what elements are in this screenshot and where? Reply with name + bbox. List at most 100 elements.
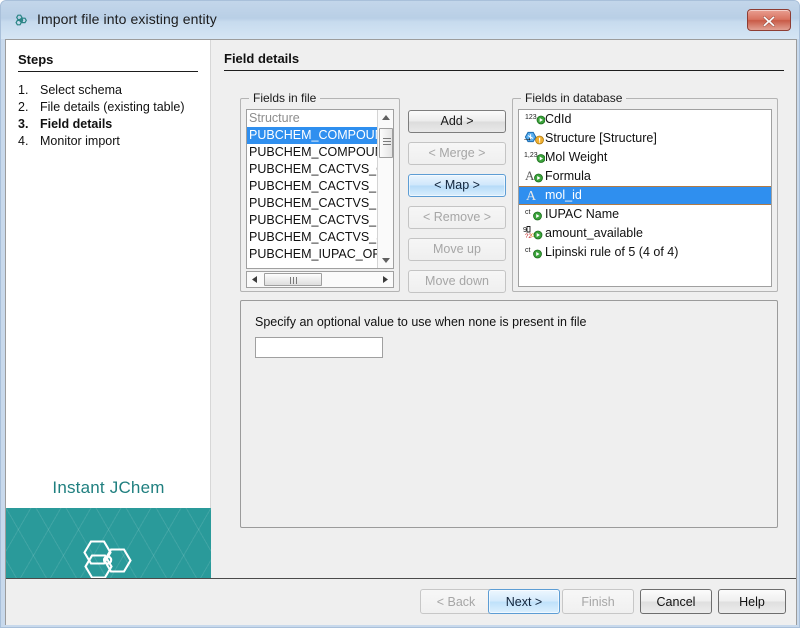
list-item[interactable]: → Structure [Structure] [519,129,771,148]
scrollbar-thumb[interactable] [264,273,322,286]
svg-text:A: A [526,189,537,204]
steps-heading: Steps [18,52,53,67]
svg-text:1,23: 1,23 [524,152,538,159]
list-item[interactable]: ct Lipinski rule of 5 (4 of 4) [519,243,771,262]
scroll-down-arrow-icon[interactable] [378,252,394,268]
back-button[interactable]: < Back [420,589,492,614]
fields-in-file-rows: Structure PUBCHEM_COMPOUND_ PUBCHEM_COMP… [247,110,393,263]
svg-text:A: A [525,168,535,183]
decimal-1-23-icon: 1,23 [523,148,545,167]
step-label: Monitor import [40,133,208,149]
list-item[interactable]: Structure [247,110,393,127]
list-item[interactable]: 123 CdId [519,110,771,129]
optional-value-input[interactable] [255,337,383,358]
mapping-buttons: Add > < Merge > < Map > < Remove > Move … [408,110,506,302]
optional-value-label: Specify an optional value to use when no… [255,315,586,329]
steps-divider [18,71,198,72]
fields-in-database-list[interactable]: 123 CdId → [518,109,772,287]
list-item[interactable]: PUBCHEM_CACTVS_SU [247,229,393,246]
fields-in-database-group: Fields in database 123 CdId [512,98,778,292]
field-details-pane: Field details Fields in file Structure P… [212,40,796,578]
svg-text:ct: ct [525,209,531,216]
step-item-2: 2. File details (existing table) [18,99,208,115]
dialog-window: Import file into existing entity Steps 1… [0,0,800,628]
move-up-button[interactable]: Move up [408,238,506,261]
step-item-4: 4. Monitor import [18,133,208,149]
list-item-label: Mol Weight [545,148,771,167]
dialog-footer: < Back Next > Finish Cancel Help [6,578,796,624]
map-button[interactable]: < Map > [408,174,506,197]
add-button[interactable]: Add > [408,110,506,133]
fields-in-file-legend: Fields in file [249,91,320,105]
step-item-1: 1. Select schema [18,82,208,98]
merge-button[interactable]: < Merge > [408,142,506,165]
fields-in-file-group: Fields in file Structure PUBCHEM_COMPOUN… [240,98,400,292]
text-a-icon: A [523,186,545,205]
step-number: 4. [18,133,40,149]
svg-text:123: 123 [525,114,537,121]
scrollbar-thumb[interactable] [379,128,393,158]
dialog-client-area: Steps 1. Select schema 2. File details (… [5,39,797,625]
list-item[interactable]: A Formula [519,167,771,186]
fields-in-file-list[interactable]: Structure PUBCHEM_COMPOUND_ PUBCHEM_COMP… [246,109,394,269]
window-title: Import file into existing entity [37,11,217,27]
text-a-icon: A [523,167,545,186]
list-item[interactable]: PUBCHEM_COMPOUND_ [247,144,393,161]
steps-list: 1. Select schema 2. File details (existi… [18,82,208,150]
svg-text:ct: ct [525,247,531,254]
optional-value-panel: Specify an optional value to use when no… [240,300,778,528]
step-label: File details (existing table) [40,99,208,115]
product-name: Instant JChem [6,478,211,498]
list-item[interactable]: PUBCHEM_CACTVS_RO [247,212,393,229]
list-item[interactable]: 9 ?2 c amount_available [519,224,771,243]
close-button[interactable] [747,9,791,31]
title-bar: Import file into existing entity [1,1,800,39]
scroll-right-arrow-icon[interactable] [378,272,393,287]
formula-field-icon: 9 ?2 c [523,224,545,243]
list-item-label: Formula [545,167,771,186]
list-item-label: CdId [545,110,771,129]
fields-in-file-horizontal-scrollbar[interactable] [246,271,394,288]
list-item[interactable]: PUBCHEM_IUPAC_OPEN [247,246,393,263]
numeric-123-icon: 123 [523,110,545,129]
list-item-label: Lipinski rule of 5 (4 of 4) [545,243,771,262]
remove-button[interactable]: < Remove > [408,206,506,229]
steps-panel: Steps 1. Select schema 2. File details (… [6,40,211,578]
step-number: 3. [18,116,40,132]
help-button[interactable]: Help [718,589,786,614]
list-item[interactable]: ct IUPAC Name [519,205,771,224]
step-label: Field details [40,116,208,132]
step-label: Select schema [40,82,208,98]
step-number: 1. [18,82,40,98]
list-item[interactable]: PUBCHEM_COMPOUND_ [247,127,393,144]
move-down-button[interactable]: Move down [408,270,506,293]
clob-ct-icon: ct [523,243,545,262]
page-title-divider [224,70,784,71]
jchem-hexagon-icon [13,12,30,29]
list-item[interactable]: A mol_id [519,186,771,205]
fields-in-database-legend: Fields in database [521,91,626,105]
structure-icon: → [523,129,545,148]
page-title: Field details [224,51,299,66]
list-item[interactable]: PUBCHEM_CACTVS_HB [247,195,393,212]
scroll-up-arrow-icon[interactable] [378,110,394,126]
cancel-button[interactable]: Cancel [640,589,712,614]
list-item[interactable]: PUBCHEM_CACTVS_HB [247,178,393,195]
scroll-left-arrow-icon[interactable] [247,272,262,287]
list-item[interactable]: 1,23 Mol Weight [519,148,771,167]
clob-ct-icon: ct [523,205,545,224]
mapped-arrow-icon: → [522,133,533,144]
finish-button[interactable]: Finish [562,589,634,614]
svg-text:c: c [531,233,534,239]
list-item-label: IUPAC Name [545,205,771,224]
list-item-label: amount_available [545,224,771,243]
step-item-3: 3. Field details [18,116,208,132]
next-button[interactable]: Next > [488,589,560,614]
list-item-label: Structure [Structure] [545,129,771,148]
list-item[interactable]: PUBCHEM_CACTVS_CO [247,161,393,178]
svg-text:9: 9 [523,227,527,234]
fields-in-database-rows: 123 CdId → [519,110,771,262]
fields-in-file-vertical-scrollbar[interactable] [377,110,393,268]
step-number: 2. [18,99,40,115]
list-item-label: mol_id [545,186,771,205]
